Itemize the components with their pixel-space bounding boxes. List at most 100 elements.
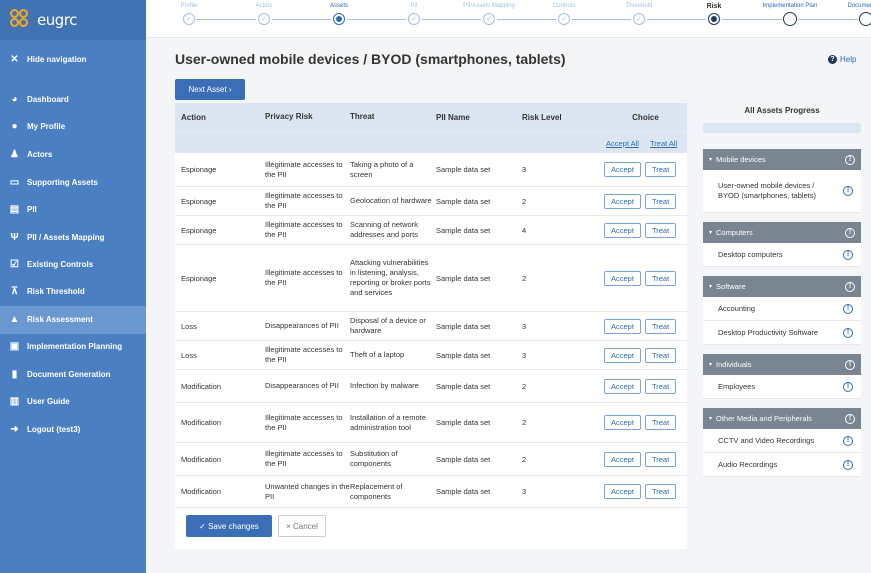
asset-item[interactable]: Accounting! [703, 297, 861, 321]
sidebar-item-dashboard[interactable]: ◕ Dashboard [0, 86, 146, 114]
step-risk[interactable]: Risk [674, 3, 754, 25]
sidebar-item-supporting-assets[interactable]: ▭ Supporting Assets [0, 169, 146, 197]
info-icon[interactable]: ! [843, 459, 853, 470]
step-controls[interactable]: Controls ✓ [524, 3, 604, 25]
info-icon[interactable]: ! [845, 413, 855, 424]
accept-button[interactable]: Accept [604, 415, 641, 430]
step-assets[interactable]: Assets [299, 3, 379, 25]
asset-item[interactable]: Employees! [703, 375, 861, 399]
step-label: PII/Assets Mapping [463, 3, 515, 9]
sidebar-item-logout-test3[interactable]: ➜ Logout (test3) [0, 416, 146, 444]
cell-privacy-risk: Illegitimate accesses to the PII [265, 268, 343, 287]
accept-button[interactable]: Accept [604, 193, 641, 209]
table-row: Modification Disappearances of PII Infecti… [175, 370, 687, 403]
logo[interactable]: eugrc [0, 0, 146, 40]
treat-button[interactable]: Treat [644, 484, 677, 499]
calendar-icon: ▣ [9, 341, 20, 353]
info-icon[interactable]: ! [843, 381, 853, 392]
cell-threat: Geolocation of hardware [350, 196, 432, 205]
table-row: Loss Illegitimate accesses to the PII Thef… [175, 341, 687, 370]
cell-privacy-risk: Illegitimate accesses to the PII [265, 345, 343, 364]
group-name: Individuals [716, 360, 752, 369]
treat-button[interactable]: Treat [644, 193, 677, 209]
group-header[interactable]: ▾ Individuals! [703, 354, 861, 375]
info-icon[interactable]: ! [843, 186, 853, 196]
step-threshold[interactable]: Threshold ✓ [599, 3, 679, 25]
accept-button[interactable]: Accept [604, 378, 641, 394]
cell-privacy-risk: Illegitimate accesses to the PII [265, 191, 343, 210]
asset-item[interactable]: User-owned mobile devices / BYOD (smartp… [703, 170, 861, 213]
step-pii[interactable]: PII ✓ [374, 3, 454, 25]
asset-item[interactable]: CCTV and Video Recordings! [703, 429, 861, 453]
group-name: Other Media and Peripherals [716, 414, 812, 423]
accept-button[interactable]: Accept [604, 451, 641, 467]
treat-button[interactable]: Treat [644, 347, 677, 363]
info-icon[interactable]: ! [843, 303, 853, 314]
treat-button[interactable]: Treat [644, 270, 677, 286]
accept-button[interactable]: Accept [604, 347, 641, 363]
info-icon[interactable]: ! [845, 281, 855, 292]
treat-button[interactable]: Treat [644, 318, 677, 334]
asset-item[interactable]: Desktop Productivity Software! [703, 321, 861, 345]
close-icon: ✕ [10, 54, 19, 66]
info-icon[interactable]: ! [843, 327, 853, 338]
step-pii-assets-mapping[interactable]: PII/Assets Mapping ✓ [449, 3, 529, 25]
step-profile[interactable]: Profile ✓ [149, 3, 229, 25]
sidebar-item-pii-assets-mapping[interactable]: Ψ PII / Assets Mapping [0, 224, 146, 252]
treat-button[interactable]: Treat [644, 162, 677, 177]
sidebar-item-label: Document Generation [27, 370, 111, 380]
sidebar-item-label: Existing Controls [27, 260, 94, 270]
cell-choice: Accept Treat [604, 270, 687, 286]
accept-button[interactable]: Accept [604, 222, 641, 238]
sidebar-item-pii[interactable]: ▤ PII [0, 196, 146, 224]
sidebar-item-hide-navigation[interactable]: ✕ Hide navigation [0, 46, 146, 74]
step-label: Controls [552, 3, 576, 9]
step-implementation-plan[interactable]: Implementation Plan [750, 3, 830, 26]
treat-button[interactable]: Treat [644, 378, 677, 394]
info-icon[interactable]: ! [843, 249, 853, 260]
sidebar-item-actors[interactable]: ♟ Actors [0, 141, 146, 169]
info-icon[interactable]: ! [845, 227, 855, 238]
asset-item[interactable]: Desktop computers! [703, 243, 861, 267]
step-documentatio[interactable]: Documentatio [826, 3, 871, 26]
next-asset-button[interactable]: Next Asset › [175, 79, 245, 100]
group-header[interactable]: ▾ Other Media and Peripherals! [703, 408, 861, 429]
asset-item[interactable]: Audio Recordings! [703, 453, 861, 477]
step-actors[interactable]: Actors ✓ [224, 3, 304, 25]
sidebar-item-implementation-planning[interactable]: ▣ Implementation Planning [0, 333, 146, 361]
info-icon[interactable]: ! [845, 359, 855, 370]
all-assets-progress: All Assets Progress ▾ Mobile devices! User… [703, 103, 861, 477]
treat-button[interactable]: Treat [644, 451, 677, 467]
accept-all-link[interactable]: Accept All [606, 139, 639, 148]
sidebar-item-risk-assessment[interactable]: ▲ Risk Assessment [0, 306, 146, 334]
accept-button[interactable]: Accept [604, 162, 641, 177]
info-icon[interactable]: ! [843, 435, 853, 446]
treat-button[interactable]: Treat [644, 222, 677, 238]
sidebar-item-user-guide[interactable]: ▥ User Guide [0, 388, 146, 416]
step-label: Assets [329, 3, 348, 9]
help-link[interactable]: ? Help [828, 55, 856, 64]
progress-bar [703, 123, 861, 133]
sidebar-item-existing-controls[interactable]: ☑ Existing Controls [0, 251, 146, 279]
group-header[interactable]: ▾ Computers! [703, 222, 861, 243]
cell-action: Loss [181, 350, 197, 360]
sidebar-item-label: My Profile [27, 122, 66, 132]
save-changes-button[interactable]: ✓ Save changes [186, 515, 272, 537]
group-header[interactable]: ▾ Software! [703, 276, 861, 297]
treat-button[interactable]: Treat [644, 415, 677, 430]
group-header[interactable]: ▾ Mobile devices! [703, 149, 861, 170]
sidebar-item-document-generation[interactable]: ▮ Document Generation [0, 361, 146, 389]
cell-privacy-risk: Illegitimate accesses to the PII [265, 412, 343, 432]
treat-all-link[interactable]: Treat All [650, 139, 677, 148]
cell-choice: Accept Treat [604, 484, 687, 499]
sidebar-item-my-profile[interactable]: ● My Profile [0, 113, 146, 141]
accept-button[interactable]: Accept [604, 318, 641, 334]
asset-group-computers: ▾ Computers! Desktop computers! [703, 222, 861, 267]
sidebar-item-label: Actors [27, 150, 53, 160]
accept-button[interactable]: Accept [604, 484, 641, 499]
header-privacy-risk: Privacy Risk [265, 112, 313, 121]
accept-button[interactable]: Accept [604, 270, 641, 286]
sidebar-item-risk-threshold[interactable]: ⊼ Risk Threshold [0, 278, 146, 306]
cancel-button[interactable]: × Cancel [278, 515, 326, 537]
info-icon[interactable]: ! [845, 154, 855, 165]
